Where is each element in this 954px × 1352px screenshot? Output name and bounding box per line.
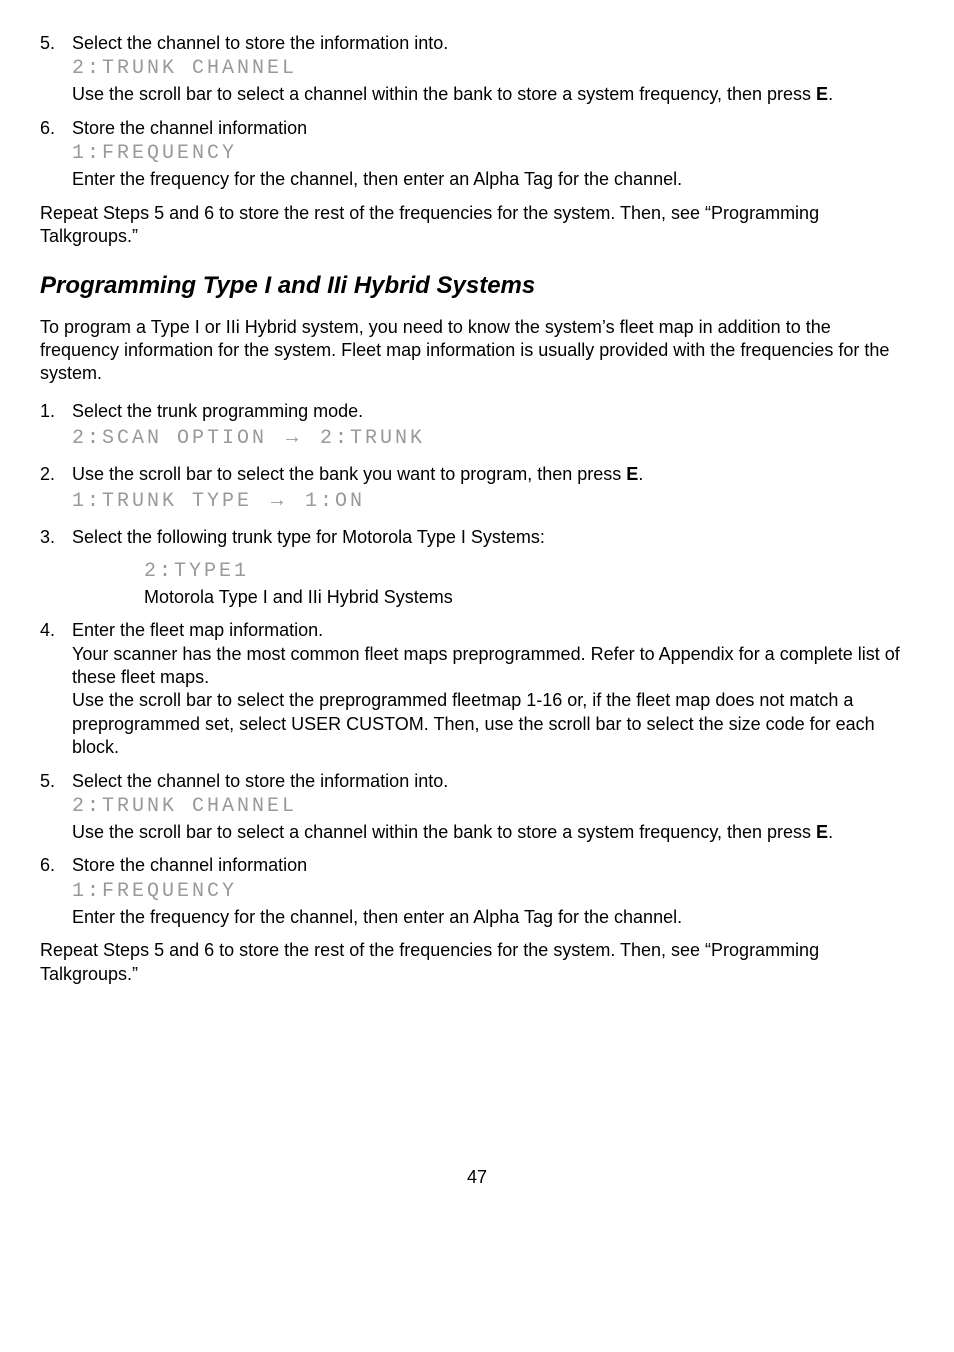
step-4: 4. Enter the fleet map information. Your… [40,619,914,759]
step-number: 2. [40,463,72,516]
step-number: 3. [40,526,72,609]
step-content: Select the channel to store the informat… [72,770,914,845]
step-number: 1. [40,400,72,453]
lcd-display: 2:TRUNK CHANNEL [72,793,914,821]
lcd-display: 1:FREQUENCY [72,878,914,906]
step-text: Use the scroll bar to select the preprog… [72,690,875,757]
step-content: Enter the fleet map information. Your sc… [72,619,914,759]
step-text: Select the trunk programming mode. [72,401,363,421]
lcd-display: 2:TYPE1 [144,558,914,586]
step-content: Use the scroll bar to select the bank yo… [72,463,914,516]
step-text: Use the scroll bar to select a channel w… [72,822,833,842]
step-number: 5. [40,32,72,107]
step-number: 4. [40,619,72,759]
key-e: E [626,464,638,484]
step-text: Select the channel to store the informat… [72,771,448,791]
lcd-display: 2:TRUNK CHANNEL [72,55,914,83]
key-e: E [816,822,828,842]
step-text: Enter the frequency for the channel, the… [72,907,682,927]
key-e: E [816,84,828,104]
repeat-note-a: Repeat Steps 5 and 6 to store the rest o… [40,202,914,249]
step-text: Use the scroll bar to select the bank yo… [72,464,643,484]
step-text: Enter the frequency for the channel, the… [72,169,682,189]
main-list: 1. Select the trunk programming mode. 2:… [40,400,914,929]
step-5a: 5. Select the channel to store the infor… [40,32,914,107]
top-list: 5. Select the channel to store the infor… [40,32,914,192]
step-number: 6. [40,854,72,929]
section-heading: Programming Type I and IIi Hybrid System… [40,270,914,301]
step-number: 5. [40,770,72,845]
lcd-display: 1:TRUNK TYPE → 1:ON [72,486,914,516]
step-content: Select the following trunk type for Moto… [72,526,914,609]
step-5b: 5. Select the channel to store the infor… [40,770,914,845]
intro-paragraph: To program a Type I or IIi Hybrid system… [40,316,914,386]
arrow-icon: → [282,426,305,448]
step-text: Store the channel information [72,855,307,875]
step-3: 3. Select the following trunk type for M… [40,526,914,609]
step-6b: 6. Store the channel information 1:FREQU… [40,854,914,929]
step-content: Select the trunk programming mode. 2:SCA… [72,400,914,453]
step-text: Select the channel to store the informat… [72,33,448,53]
step-subtext: Motorola Type I and IIi Hybrid Systems [144,587,453,607]
step-text: Enter the fleet map information. [72,620,323,640]
step-1: 1. Select the trunk programming mode. 2:… [40,400,914,453]
lcd-display: 1:FREQUENCY [72,140,914,168]
step-content: Store the channel information 1:FREQUENC… [72,854,914,929]
step-number: 6. [40,117,72,192]
step-text: Select the following trunk type for Moto… [72,527,545,547]
arrow-icon: → [267,489,290,511]
step-content: Store the channel information 1:FREQUENC… [72,117,914,192]
step-2: 2. Use the scroll bar to select the bank… [40,463,914,516]
page-number: 47 [40,1166,914,1189]
step-text: Your scanner has the most common fleet m… [72,644,900,687]
lcd-display: 2:SCAN OPTION → 2:TRUNK [72,423,914,453]
repeat-note-b: Repeat Steps 5 and 6 to store the rest o… [40,939,914,986]
step-content: Select the channel to store the informat… [72,32,914,107]
step-sub: 2:TYPE1 Motorola Type I and IIi Hybrid S… [72,558,914,609]
step-text: Store the channel information [72,118,307,138]
step-text: Use the scroll bar to select a channel w… [72,84,833,104]
step-6a: 6. Store the channel information 1:FREQU… [40,117,914,192]
